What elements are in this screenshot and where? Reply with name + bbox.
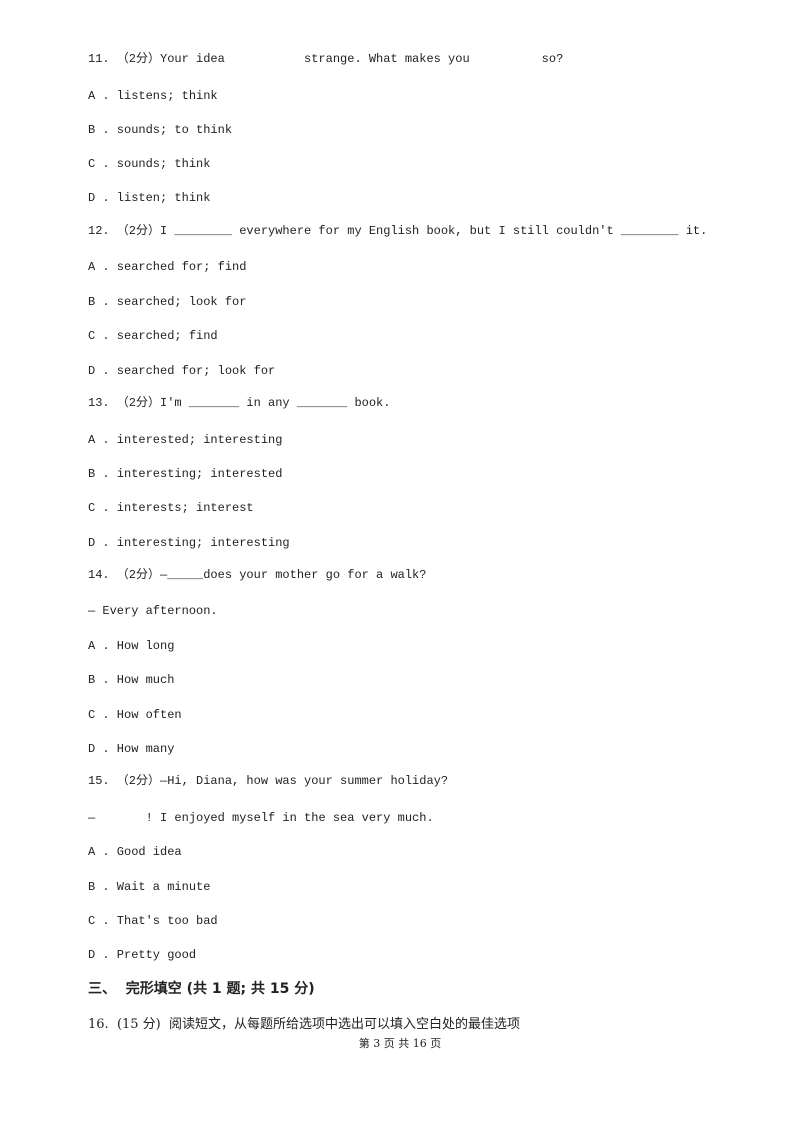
question-14-stem: 14. （2分）—_____does your mother go for a …: [88, 568, 427, 582]
question-15-stem: 15. （2分）—Hi, Diana, how was your summer …: [88, 774, 449, 788]
question-15-option-d: D . Pretty good: [88, 948, 197, 962]
question-15-option-b: B . Wait a minute: [88, 880, 211, 894]
page-footer: 第 3 页 共 16 页: [358, 1037, 442, 1050]
question-15-option-a: A . Good idea: [88, 845, 182, 859]
question-15-answer-line: — ! I enjoyed myself in the sea very muc…: [88, 811, 434, 825]
question-15-option-c: C . That's too bad: [88, 914, 218, 928]
question-11-option-d: D . listen; think: [88, 191, 211, 205]
question-16-stem: 16. (15 分) 阅读短文，从每题所给选项中选出可以填入空白处的最佳选项: [88, 1017, 521, 1032]
question-14-option-d: D . How many: [88, 742, 175, 756]
question-12-stem: 12. （2分）I ________ everywhere for my Eng…: [88, 224, 708, 238]
question-12-option-a: A . searched for; find: [88, 260, 247, 274]
question-13-option-c: C . interests; interest: [88, 501, 254, 515]
question-14-option-b: B . How much: [88, 673, 175, 687]
question-12-option-d: D . searched for; look for: [88, 364, 276, 378]
question-13-option-a: A . interested; interesting: [88, 433, 283, 447]
question-14-option-a: A . How long: [88, 639, 175, 653]
question-12-option-c: C . searched; find: [88, 329, 218, 343]
question-11-stem: 11. （2分）Your idea strange. What makes yo…: [88, 52, 564, 66]
section-heading: 三、 完形填空 (共 1 题; 共 15 分): [88, 981, 315, 997]
question-14-option-c: C . How often: [88, 708, 182, 722]
question-11-option-c: C . sounds; think: [88, 157, 211, 171]
question-14-answer-line: — Every afternoon.: [88, 604, 218, 618]
question-12-option-b: B . searched; look for: [88, 295, 247, 309]
question-13-option-b: B . interesting; interested: [88, 467, 283, 481]
question-13-stem: 13. （2分）I'm _______ in any _______ book.: [88, 396, 391, 410]
question-11-option-b: B . sounds; to think: [88, 123, 233, 137]
question-13-option-d: D . interesting; interesting: [88, 536, 290, 550]
question-11-option-a: A . listens; think: [88, 89, 218, 103]
